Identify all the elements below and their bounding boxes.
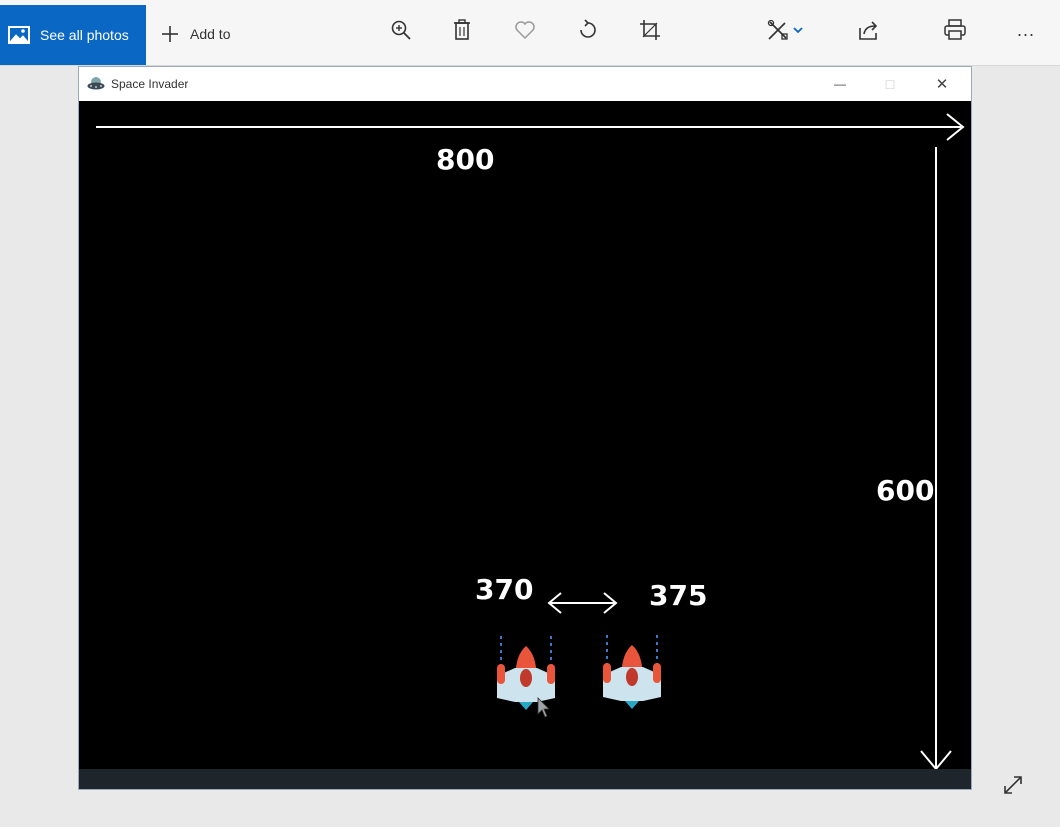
minimize-button[interactable]: — xyxy=(817,67,863,101)
see-all-photos-button[interactable]: See all photos xyxy=(0,5,146,65)
delete-button[interactable] xyxy=(449,17,475,43)
more-icon: ... xyxy=(1016,19,1035,40)
rotate-button[interactable] xyxy=(575,17,601,43)
rotate-icon xyxy=(580,19,596,38)
more-options-button[interactable]: ... xyxy=(1013,17,1039,43)
spaceship-icon xyxy=(603,635,661,709)
height-arrow xyxy=(920,147,952,771)
zoom-in-icon xyxy=(391,20,411,40)
maximize-icon: □ xyxy=(885,76,895,92)
crop-button[interactable] xyxy=(637,17,663,43)
mouse-cursor-icon xyxy=(537,697,550,718)
ufo-app-icon xyxy=(87,77,105,90)
game-canvas[interactable]: 800 600 370 375 xyxy=(79,101,971,771)
add-to-label: Add to xyxy=(190,26,231,42)
height-label: 600 xyxy=(876,474,935,507)
share-button[interactable] xyxy=(856,17,882,43)
space-invader-window: Space Invader — □ ✕ 800 600 370 375 xyxy=(78,66,972,790)
width-label: 800 xyxy=(436,143,495,176)
close-button[interactable]: ✕ xyxy=(919,67,965,101)
favorite-button[interactable] xyxy=(512,17,538,43)
add-to-button[interactable]: Add to xyxy=(160,20,230,48)
see-all-photos-label: See all photos xyxy=(40,27,129,43)
fullscreen-button[interactable] xyxy=(1000,772,1026,798)
heart-icon xyxy=(515,21,535,40)
print-icon xyxy=(944,19,966,40)
maximize-button[interactable]: □ xyxy=(867,67,913,101)
zoom-button[interactable] xyxy=(388,17,414,43)
share-icon xyxy=(859,21,878,40)
print-button[interactable] xyxy=(942,17,968,43)
right-x-label: 375 xyxy=(649,579,708,612)
annotation-arrows xyxy=(96,113,965,771)
photo-gallery-icon xyxy=(8,26,30,44)
spaceship-icon xyxy=(497,636,555,710)
edit-create-button[interactable] xyxy=(760,17,810,43)
window-bottom-bar xyxy=(79,769,971,789)
left-x-label: 370 xyxy=(475,573,534,606)
close-icon: ✕ xyxy=(935,76,949,93)
delete-icon xyxy=(454,19,470,40)
plus-icon xyxy=(162,26,178,42)
minimize-icon: — xyxy=(834,77,846,91)
photos-toolbar: See all photos Add to ... xyxy=(0,0,1060,66)
crop-icon xyxy=(640,20,660,40)
edit-create-icon xyxy=(767,19,788,40)
movement-arrow xyxy=(547,592,618,614)
expand-icon xyxy=(1004,776,1022,794)
width-arrow xyxy=(96,113,965,141)
window-title: Space Invader xyxy=(111,77,189,91)
window-titlebar[interactable]: Space Invader — □ ✕ xyxy=(79,67,971,101)
chevron-down-icon xyxy=(793,27,803,34)
